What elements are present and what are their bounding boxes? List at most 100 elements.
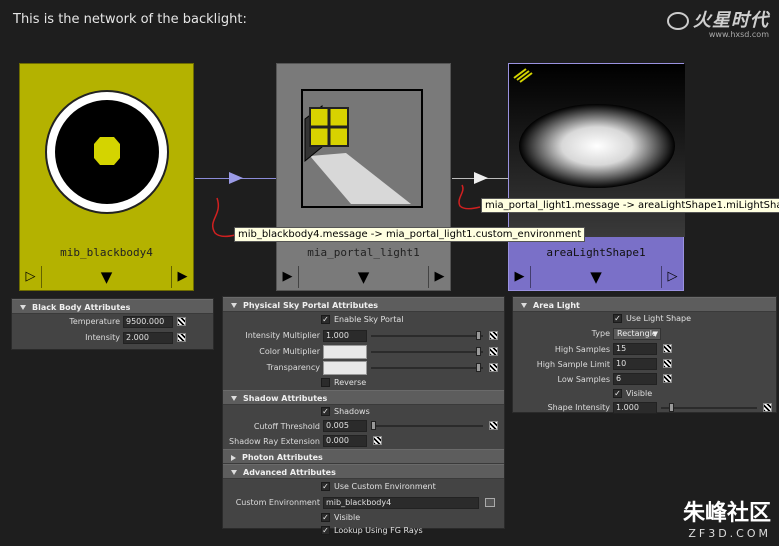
map-button-icon[interactable]: [489, 331, 498, 340]
shape-intensity-field[interactable]: 1.000: [613, 402, 657, 414]
map-button-icon[interactable]: [489, 421, 498, 430]
map-button-icon[interactable]: [763, 403, 772, 412]
intensity-multiplier-field[interactable]: 1.000: [323, 330, 367, 342]
portal-attributes-panel: Physical Sky Portal Attributes ✓ Enable …: [222, 296, 505, 535]
color-multiplier-slider[interactable]: [371, 351, 483, 353]
transparency-slider[interactable]: [371, 367, 483, 369]
section-advanced[interactable]: Advanced Attributes: [223, 464, 504, 479]
watermark-brand: 火星时代: [693, 10, 769, 31]
type-row: Type Rectangle ▼: [513, 326, 776, 342]
shadows-checkbox[interactable]: ✓: [321, 407, 330, 416]
lookup-fg-rays-row: ✓ Lookup Using FG Rays: [223, 524, 504, 537]
intensity-field[interactable]: 2.000: [123, 332, 173, 344]
shadows-label: Shadows: [334, 407, 370, 416]
collapse-icon: [20, 305, 26, 310]
node-area-light[interactable]: areaLightShape1 ▶ ▼ ▷: [508, 63, 685, 291]
shape-intensity-row: Shape Intensity 1.000: [513, 400, 776, 416]
footer-brand-en: ZF3D.COM: [688, 527, 771, 540]
low-samples-field[interactable]: 6: [613, 373, 657, 385]
custom-environment-field[interactable]: mib_blackbody4: [323, 497, 479, 509]
visible-checkbox[interactable]: ✓: [321, 513, 330, 522]
type-dropdown-value: Rectangle: [617, 329, 657, 338]
output-port-icon[interactable]: ▶: [428, 265, 450, 288]
transparency-swatch[interactable]: [323, 361, 367, 375]
intensity-multiplier-slider[interactable]: [371, 335, 483, 337]
output-port-icon[interactable]: ▷: [661, 265, 683, 288]
section-physical-sky-portal[interactable]: Physical Sky Portal Attributes: [223, 297, 504, 312]
expand-icon[interactable]: ▼: [353, 266, 375, 288]
slider-handle[interactable]: [476, 331, 481, 340]
section-photon[interactable]: Photon Attributes: [223, 449, 504, 464]
use-light-shape-checkbox[interactable]: ✓: [613, 314, 622, 323]
high-samples-label: High Samples: [554, 345, 610, 354]
map-button-icon[interactable]: [663, 359, 672, 368]
shadow-ray-extension-row: Shadow Ray Extension 0.000: [223, 434, 504, 449]
type-dropdown[interactable]: Rectangle ▼: [613, 328, 661, 340]
high-samples-row: High Samples 15: [513, 342, 776, 357]
slider-handle[interactable]: [371, 421, 376, 430]
area-visible-checkbox[interactable]: ✓: [613, 389, 622, 398]
high-samples-field[interactable]: 15: [613, 343, 657, 355]
node-blackbody-ports: ▷ ▼ ▶: [20, 263, 193, 290]
area-light-attributes-panel: Area Light ✓ Use Light Shape Type Rectan…: [512, 296, 777, 416]
map-button-icon[interactable]: [663, 344, 672, 353]
use-custom-environment-label: Use Custom Environment: [334, 482, 436, 491]
collapse-icon: [231, 303, 237, 308]
page-heading: This is the network of the backlight:: [13, 12, 247, 27]
node-area-ports: ▶ ▼ ▷: [509, 263, 683, 290]
shadow-ray-extension-label: Shadow Ray Extension: [229, 437, 320, 446]
use-custom-environment-checkbox[interactable]: ✓: [321, 482, 330, 491]
high-sample-limit-row: High Sample Limit 10: [513, 357, 776, 372]
area-visible-label: Visible: [626, 389, 653, 398]
section-shadow[interactable]: Shadow Attributes: [223, 390, 504, 405]
slider-handle[interactable]: [476, 363, 481, 372]
input-port-icon[interactable]: ▷: [20, 265, 42, 288]
shape-intensity-label: Shape Intensity: [547, 403, 610, 412]
temperature-field[interactable]: 9500.000: [123, 316, 173, 328]
map-button-icon[interactable]: [489, 363, 498, 372]
cutoff-threshold-slider[interactable]: [371, 425, 483, 427]
node-blackbody-label: mib_blackbody4: [60, 246, 153, 259]
map-button-icon[interactable]: [177, 317, 186, 326]
intensity-row: Intensity 2.000: [12, 330, 213, 346]
lookup-fg-rays-checkbox[interactable]: ✓: [321, 526, 330, 535]
shadow-ray-extension-field[interactable]: 0.000: [323, 435, 367, 447]
enable-sky-portal-checkbox[interactable]: ✓: [321, 315, 330, 324]
slider-handle[interactable]: [669, 403, 674, 412]
custom-environment-label: Custom Environment: [235, 498, 320, 507]
input-port-icon[interactable]: ▶: [509, 265, 531, 288]
map-button-icon[interactable]: [177, 333, 186, 342]
node-blackbody[interactable]: mib_blackbody4 ▷ ▼ ▶: [19, 63, 194, 291]
portal-swatch-icon: [301, 89, 423, 208]
map-button-icon[interactable]: [663, 374, 672, 383]
input-port-icon[interactable]: ▶: [277, 265, 299, 288]
temperature-label: Temperature: [69, 317, 120, 326]
node-portal-label: mia_portal_light1: [307, 246, 420, 259]
navigate-connection-icon[interactable]: [485, 498, 495, 507]
map-button-icon[interactable]: [489, 347, 498, 356]
expand-icon[interactable]: ▼: [585, 266, 607, 288]
color-multiplier-swatch[interactable]: [323, 345, 367, 359]
visible-row: ✓ Visible: [223, 511, 504, 524]
reverse-checkbox[interactable]: [321, 378, 330, 387]
slider-handle[interactable]: [476, 347, 481, 356]
type-label: Type: [591, 329, 610, 338]
section-black-body[interactable]: Black Body Attributes: [12, 299, 213, 314]
enable-sky-portal-label: Enable Sky Portal: [334, 315, 404, 324]
high-sample-limit-label: High Sample Limit: [536, 360, 610, 369]
footer-brand-cn: 朱峰社区: [682, 501, 771, 526]
high-sample-limit-field[interactable]: 10: [613, 358, 657, 370]
section-area-light[interactable]: Area Light: [513, 297, 776, 312]
low-samples-label: Low Samples: [557, 375, 610, 384]
shape-intensity-slider[interactable]: [661, 407, 757, 409]
node-portal-light[interactable]: mia_portal_light1 ▶ ▼ ▶: [276, 63, 451, 291]
output-port-icon[interactable]: ▶: [171, 265, 193, 288]
use-custom-environment-row: ✓ Use Custom Environment: [223, 479, 504, 495]
collapse-icon: [231, 470, 237, 475]
expand-icon[interactable]: ▼: [96, 266, 118, 288]
node-area-label: areaLightShape1: [546, 246, 646, 259]
map-button-icon[interactable]: [373, 436, 382, 445]
intensity-multiplier-label: Intensity Multiplier: [245, 331, 320, 340]
temperature-row: Temperature 9500.000: [12, 314, 213, 330]
cutoff-threshold-field[interactable]: 0.005: [323, 420, 367, 432]
